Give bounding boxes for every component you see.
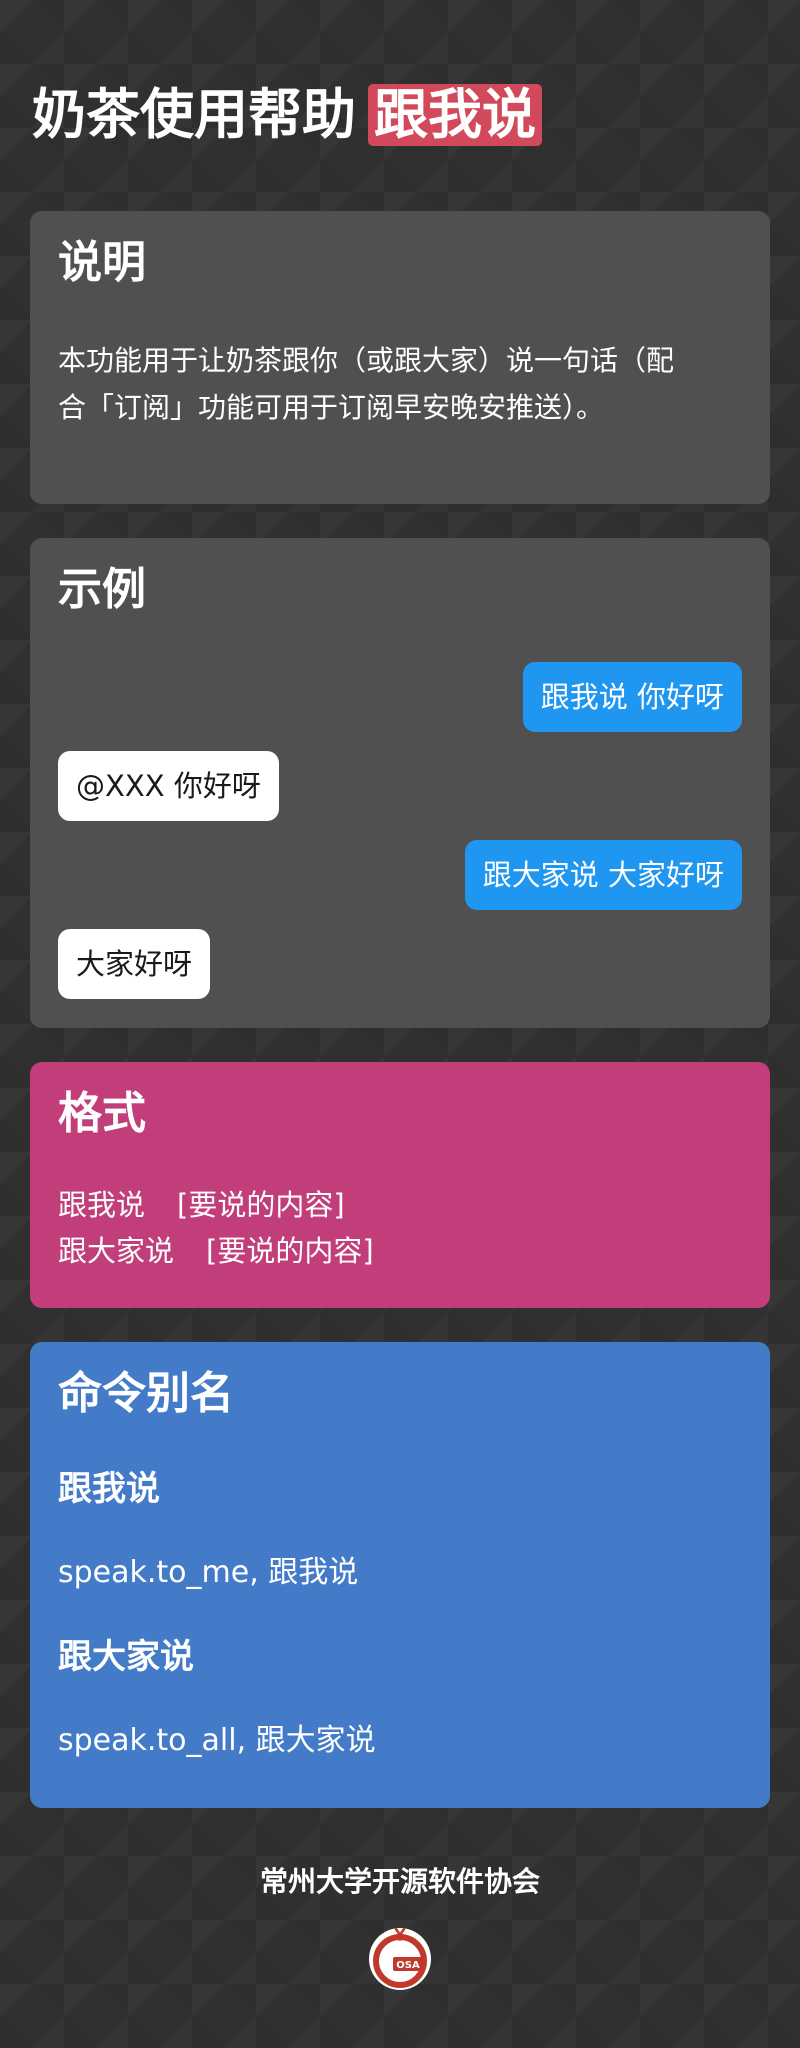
footer-organization: 常州大学开源软件协会 xyxy=(259,1865,540,1898)
format-argument: [要说的内容] xyxy=(206,1234,374,1268)
title-tag: 跟我说 xyxy=(368,84,542,146)
alias-command-name: 跟大家说 xyxy=(58,1637,194,1677)
format-lines: 跟我说 [要说的内容] 跟大家说 [要说的内容] xyxy=(58,1182,742,1274)
format-argument: [要说的内容] xyxy=(177,1188,345,1222)
description-text: 本功能用于让奶茶跟你（或跟大家）说一句话（配合「订阅」功能可用于订阅早安晚安推送… xyxy=(58,344,675,424)
page-title: 奶茶使用帮助 跟我说 xyxy=(32,80,542,150)
page-title-text: 奶茶使用帮助 xyxy=(32,83,356,146)
alias-heading: 命令别名 xyxy=(58,1368,234,1419)
format-line: 跟大家说 [要说的内容] xyxy=(58,1228,742,1274)
format-command: 跟我说 xyxy=(58,1188,146,1222)
example-heading: 示例 xyxy=(58,564,146,615)
logo-text: OSA xyxy=(396,1960,420,1971)
format-command: 跟大家说 xyxy=(58,1234,175,1268)
chat-bubble-sent: 跟大家说 大家好呀 xyxy=(464,840,742,910)
format-card: 格式 跟我说 [要说的内容] 跟大家说 [要说的内容] xyxy=(30,1062,770,1308)
alias-values: speak.to_me, 跟我说 xyxy=(58,1555,359,1590)
format-line: 跟我说 [要说的内容] xyxy=(58,1182,742,1228)
alias-values: speak.to_all, 跟大家说 xyxy=(58,1723,376,1758)
alias-card: 命令别名 跟我说 speak.to_me, 跟我说 跟大家说 speak.to_… xyxy=(30,1342,770,1808)
alias-command-name: 跟我说 xyxy=(58,1469,160,1509)
chat-bubble-reply: 大家好呀 xyxy=(58,929,211,999)
dragon-logo-icon: OSA xyxy=(369,1927,431,1990)
chat-bubble-reply: @XXX 你好呀 xyxy=(58,751,279,821)
description-card: 说明 本功能用于让奶茶跟你（或跟大家）说一句话（配合「订阅」功能可用于订阅早安晚… xyxy=(30,211,770,504)
alias-entry: 跟我说 speak.to_me, 跟我说 xyxy=(58,1466,742,1596)
format-heading: 格式 xyxy=(58,1088,146,1139)
chat-bubble-sent: 跟我说 你好呀 xyxy=(522,662,742,732)
example-card: 示例 跟我说 你好呀 @XXX 你好呀 跟大家说 大家好呀 大家好呀 xyxy=(30,538,770,1028)
alias-entry: 跟大家说 speak.to_all, 跟大家说 xyxy=(58,1634,742,1764)
description-heading: 说明 xyxy=(58,237,146,288)
